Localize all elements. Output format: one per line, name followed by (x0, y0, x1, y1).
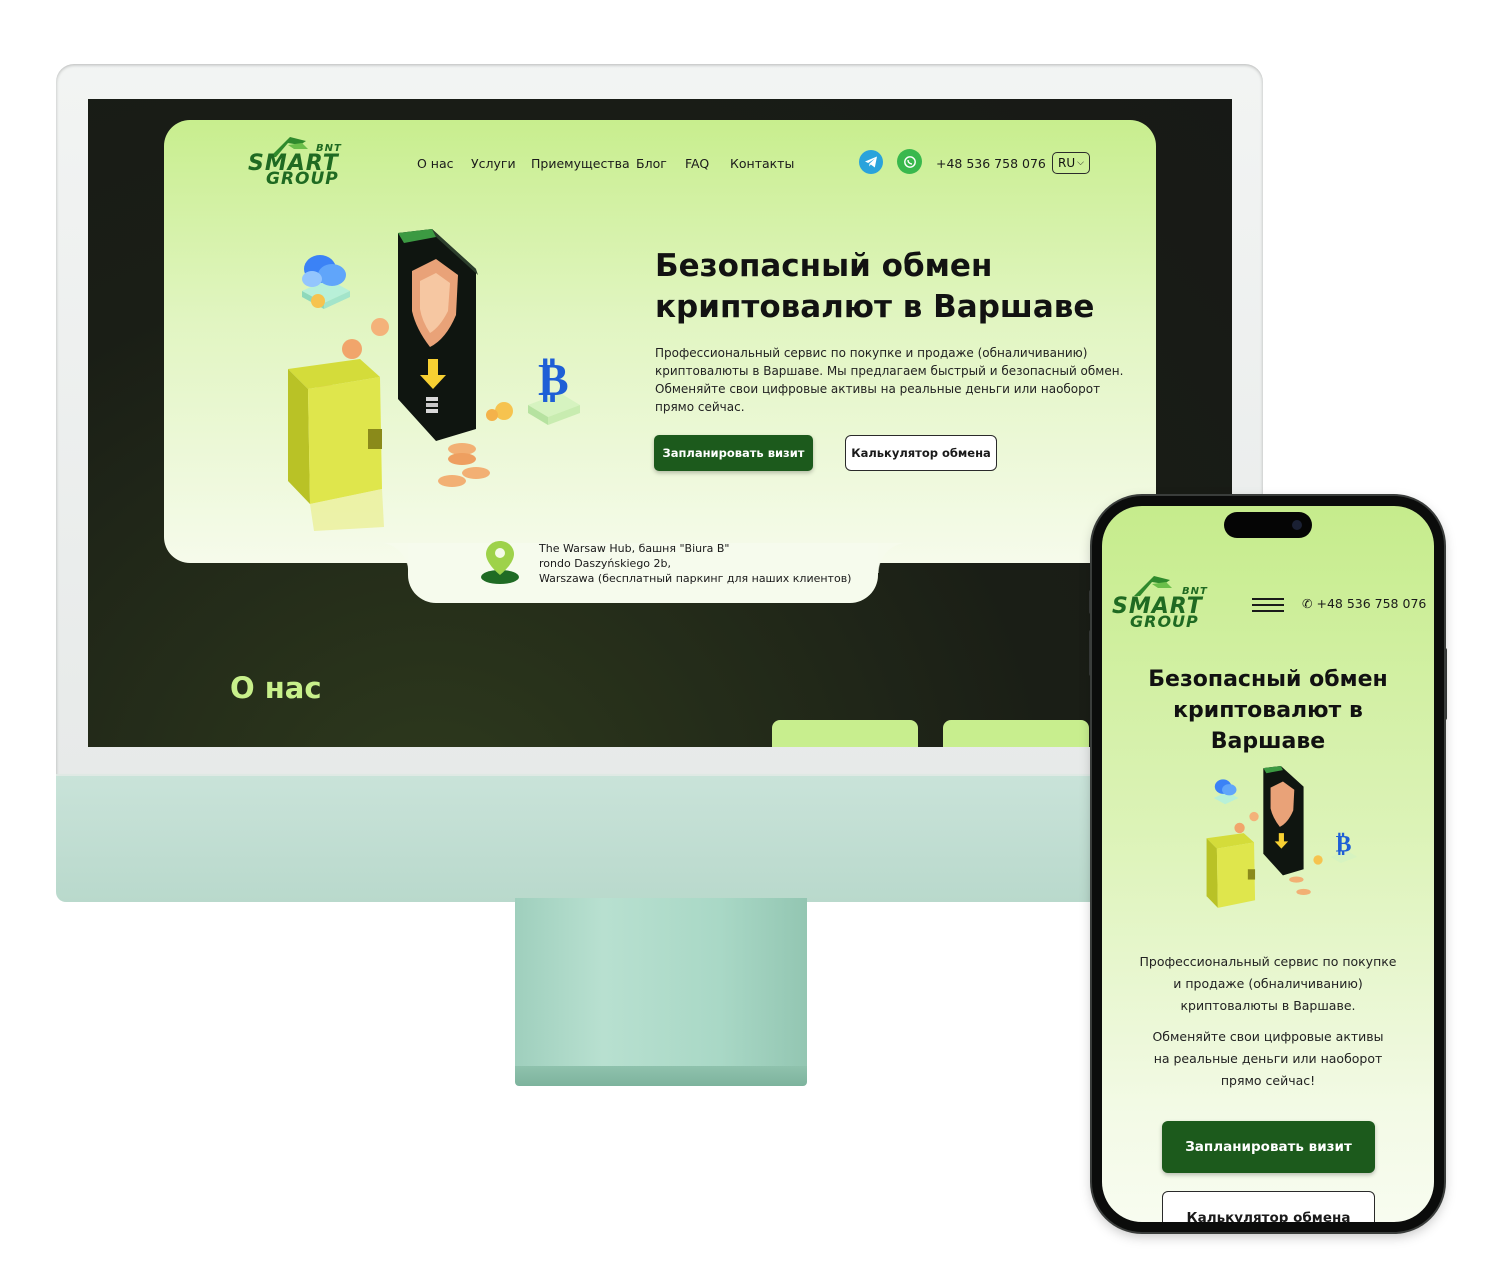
mobile-description-2: Обменяйте свои цифровые активы на реальн… (1122, 1026, 1414, 1092)
location-pin-icon (481, 541, 519, 584)
mobile-phone-number: +48 536 758 076 (1316, 596, 1427, 611)
mobile-description-1: Профессиональный сервис по покупке и про… (1122, 951, 1414, 1017)
dynamic-island (1224, 512, 1312, 538)
about-heading: О нас (230, 671, 322, 705)
logo-sub-text: GROUP (266, 169, 339, 189)
office-address: The Warsaw Hub, башня "Biura B" rondo Da… (539, 541, 851, 586)
about-card-2 (943, 720, 1089, 747)
nav-item-advantages[interactable]: Приемущества (531, 156, 630, 171)
mobile-screen: BNT SMART GROUP ✆ +48 536 758 076 Безопа… (1102, 506, 1434, 1222)
svg-text:₿: ₿ (1336, 830, 1352, 858)
schedule-visit-button[interactable]: Запланировать визит (654, 435, 813, 471)
mobile-crypto-illustration: ₿ (1206, 766, 1358, 908)
mobile-desc2-line3: прямо сейчас! (1220, 1073, 1316, 1088)
whatsapp-icon[interactable] (897, 149, 922, 174)
hero-description: Профессиональный сервис по покупке и про… (655, 346, 1124, 414)
nav-item-services[interactable]: Услуги (471, 156, 516, 171)
crypto-exchange-illustration: ₿ (288, 229, 580, 531)
mobile-desc2-line1: Обменяйте свои цифровые активы (1152, 1029, 1384, 1044)
hero-tab-curve-right (877, 543, 909, 573)
chevron-down-icon: ⌵ (1077, 158, 1084, 168)
mobile-desc2-line2: на реальные деньги или наоборот (1153, 1051, 1383, 1066)
mobile-desc1-line2: и продаже (обналичиванию) (1173, 976, 1363, 991)
address-line2: rondo Daszyńskiego 2b, (539, 557, 671, 570)
language-code: RU (1058, 156, 1076, 170)
address-line1: The Warsaw Hub, башня "Biura B" (539, 542, 730, 555)
imac-chin (56, 776, 1263, 902)
hero-title: Безопасный обмен криптовалют в Варшаве (655, 246, 1125, 328)
mobile-desc1-line3: криптовалюты в Варшаве. (1180, 998, 1356, 1013)
hero-title-line2: криптовалют в Варшаве (655, 289, 1095, 325)
mobile-title-line3: Варшаве (1210, 729, 1326, 754)
mobile-hero-title: Безопасный обмен криптовалют в Варшаве (1102, 664, 1434, 757)
phone-handset-icon: ✆ (1302, 596, 1313, 611)
mobile-site-logo[interactable]: BNT SMART GROUP (1112, 574, 1222, 631)
hero-title-line1: Безопасный обмен (655, 248, 993, 284)
svg-text:₿: ₿ (538, 352, 569, 406)
language-selector[interactable]: RU ⌵ (1052, 152, 1090, 174)
about-card-1 (772, 720, 918, 747)
nav-item-contacts[interactable]: Контакты (730, 156, 794, 171)
mobile-exchange-calculator-button[interactable]: Калькулятор обмена (1162, 1191, 1375, 1222)
desktop-screen: BNT SMART GROUP О нас Услуги Приемуществ… (88, 99, 1232, 747)
header-phone-link[interactable]: +48 536 758 076 (936, 156, 1046, 171)
imac-stand (515, 898, 807, 1068)
telegram-icon[interactable] (859, 150, 883, 174)
address-line3: Warszawa (бесплатный паркинг для наших к… (539, 572, 852, 585)
imac-stand-foot (515, 1066, 807, 1086)
hero-tab-curve-left (378, 543, 410, 573)
nav-item-blog[interactable]: Блог (636, 156, 667, 171)
mobile-desc1-line1: Профессиональный сервис по покупке (1139, 954, 1397, 969)
hamburger-menu-icon[interactable] (1252, 598, 1284, 614)
mobile-title-line2: криптовалют в (1173, 698, 1363, 723)
exchange-calculator-button[interactable]: Калькулятор обмена (845, 435, 997, 471)
mobile-logo-sub-text: GROUP (1130, 612, 1199, 631)
site-logo[interactable]: BNT SMART GROUP (248, 135, 358, 191)
mobile-title-line1: Безопасный обмен (1148, 667, 1388, 692)
mobile-schedule-visit-button[interactable]: Запланировать визит (1162, 1121, 1375, 1173)
nav-item-about[interactable]: О нас (417, 156, 454, 171)
mobile-phone-link[interactable]: ✆ +48 536 758 076 (1302, 596, 1426, 611)
nav-item-faq[interactable]: FAQ (685, 156, 709, 171)
